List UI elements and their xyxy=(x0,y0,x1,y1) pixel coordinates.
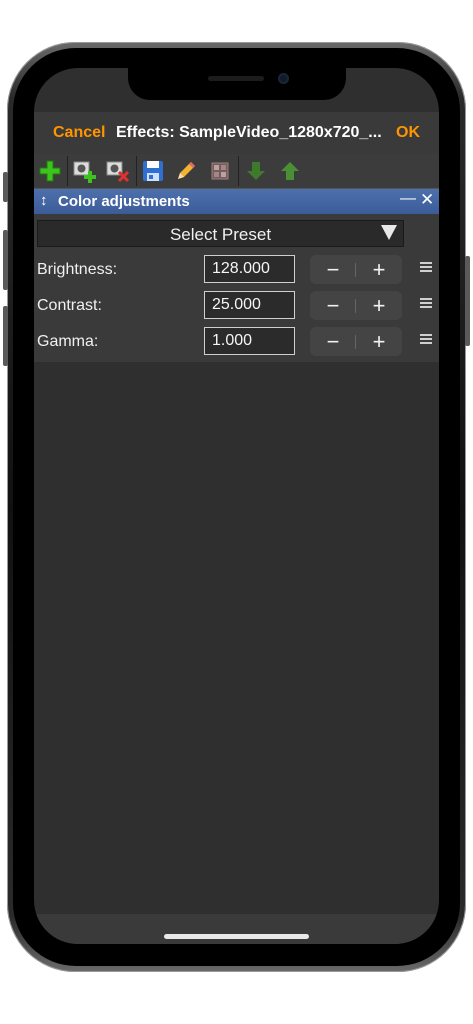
add-effect-icon[interactable] xyxy=(35,157,65,185)
gamma-row: Gamma: 1.000 − + xyxy=(34,326,439,358)
grid-icon[interactable] xyxy=(205,157,235,185)
effects-toolbar xyxy=(34,154,439,189)
dropdown-triangle-icon xyxy=(381,225,397,240)
minimize-icon[interactable]: — xyxy=(400,190,416,208)
add-preset-icon[interactable] xyxy=(70,157,100,185)
close-icon[interactable]: ✕ xyxy=(420,190,434,210)
ok-button[interactable]: OK xyxy=(396,124,420,142)
gamma-label: Gamma: xyxy=(37,333,99,350)
gamma-decrement-button[interactable]: − xyxy=(310,327,356,356)
camera-icon xyxy=(278,73,289,84)
brightness-decrement-button[interactable]: − xyxy=(310,255,356,284)
notch xyxy=(128,68,346,100)
power-button xyxy=(465,256,470,346)
panel-title: Color adjustments xyxy=(58,193,190,210)
volume-down-button xyxy=(3,306,8,366)
select-preset-dropdown[interactable]: Select Preset xyxy=(37,220,404,247)
bottom-bar xyxy=(34,914,439,944)
gamma-input[interactable]: 1.000 xyxy=(204,327,295,355)
move-down-icon[interactable] xyxy=(241,157,271,185)
brightness-row: Brightness: 128.000 − + xyxy=(34,254,439,286)
panel-header[interactable]: ↕ Color adjustments — ✕ xyxy=(34,189,439,214)
save-icon[interactable] xyxy=(138,157,168,185)
page-title: Effects: SampleVideo_1280x720_... xyxy=(116,124,382,141)
mute-switch xyxy=(3,172,8,202)
navigation-bar: Cancel Effects: SampleVideo_1280x720_...… xyxy=(34,112,439,154)
delete-preset-icon[interactable] xyxy=(103,157,133,185)
contrast-label: Contrast: xyxy=(37,297,102,314)
volume-up-button xyxy=(3,230,8,290)
toolbar-separator xyxy=(67,156,68,186)
contrast-increment-button[interactable]: + xyxy=(356,291,402,320)
gamma-stepper: − + xyxy=(310,327,402,356)
gamma-increment-button[interactable]: + xyxy=(356,327,402,356)
preset-label: Select Preset xyxy=(169,225,272,244)
home-indicator[interactable] xyxy=(164,934,309,939)
toolbar-separator xyxy=(136,156,137,186)
toolbar-separator xyxy=(238,156,239,186)
move-up-icon[interactable] xyxy=(275,157,305,185)
color-adjustments-panel: Select Preset Brightness: 128.000 − + Co… xyxy=(34,214,439,362)
contrast-input[interactable]: 25.000 xyxy=(204,291,295,319)
contrast-stepper: − + xyxy=(310,291,402,320)
speaker xyxy=(208,76,264,81)
brightness-increment-button[interactable]: + xyxy=(356,255,402,284)
contrast-row: Contrast: 25.000 − + xyxy=(34,290,439,322)
brightness-label: Brightness: xyxy=(37,261,118,278)
contrast-menu-icon[interactable] xyxy=(420,296,432,312)
resize-arrows-icon[interactable]: ↕ xyxy=(40,192,48,209)
brightness-menu-icon[interactable] xyxy=(420,260,432,276)
gamma-menu-icon[interactable] xyxy=(420,332,432,348)
cancel-button[interactable]: Cancel xyxy=(53,124,105,142)
screen: Cancel Effects: SampleVideo_1280x720_...… xyxy=(34,68,439,944)
brightness-input[interactable]: 128.000 xyxy=(204,255,295,283)
edit-pencil-icon[interactable] xyxy=(171,157,201,185)
brightness-stepper: − + xyxy=(310,255,402,284)
contrast-decrement-button[interactable]: − xyxy=(310,291,356,320)
